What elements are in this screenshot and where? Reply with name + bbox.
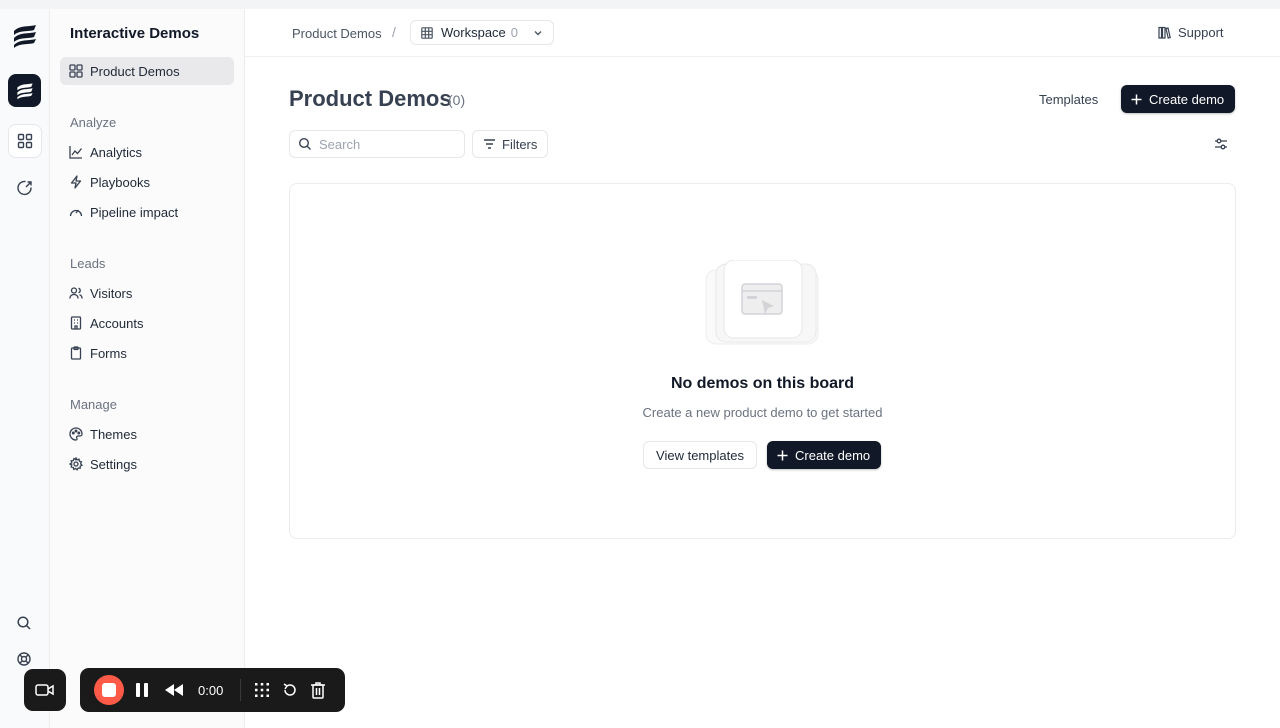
- building-icon: [69, 316, 83, 330]
- recorder-toolbar: 0:00: [80, 668, 345, 712]
- sidebar-item-pipeline-impact[interactable]: Pipeline impact: [60, 198, 234, 226]
- breadcrumb-separator: /: [392, 24, 396, 40]
- gear-icon: [69, 457, 83, 471]
- top-strip: [0, 0, 1280, 9]
- sidebar-item-label: Playbooks: [90, 174, 150, 190]
- workspace-select[interactable]: Workspace 0: [410, 20, 554, 45]
- section-heading-leads: Leads: [70, 256, 106, 271]
- search-input[interactable]: [319, 136, 449, 152]
- rail-help-icon[interactable]: [16, 651, 34, 669]
- sidebar-item-visitors[interactable]: Visitors: [60, 279, 234, 307]
- sidebar-item-analytics[interactable]: Analytics: [60, 138, 234, 166]
- sidebar-item-accounts[interactable]: Accounts: [60, 309, 234, 337]
- empty-create-demo-button[interactable]: Create demo: [767, 441, 882, 469]
- empty-state-title: No demos on this board: [670, 375, 855, 392]
- plus-icon: [777, 450, 788, 461]
- view-options-icon[interactable]: [1213, 136, 1231, 152]
- bolt-icon: [69, 175, 83, 189]
- toolbar-divider: [240, 679, 241, 701]
- create-demo-label: Create demo: [795, 447, 871, 463]
- app-title: Interactive Demos: [70, 25, 200, 42]
- create-demo-label: Create demo: [1149, 91, 1225, 107]
- sidebar-item-label: Pipeline impact: [90, 204, 179, 220]
- stop-icon: [102, 683, 116, 697]
- gauge-icon: [69, 205, 83, 219]
- empty-demo-illustration-icon: [704, 259, 824, 350]
- breadcrumb-product-demos[interactable]: Product Demos: [292, 26, 382, 41]
- rail-analytics-icon[interactable]: [8, 171, 42, 205]
- view-templates-button[interactable]: View templates: [643, 441, 757, 469]
- empty-state-subtitle: Create a new product demo to get started: [642, 405, 883, 420]
- rail-search-icon[interactable]: [16, 615, 34, 633]
- books-icon: [1158, 26, 1171, 39]
- sidebar-item-label: Product Demos: [90, 63, 180, 79]
- create-demo-button[interactable]: Create demo: [1121, 85, 1236, 113]
- sidebar-item-forms[interactable]: Forms: [60, 339, 234, 367]
- camera-toggle-button[interactable]: [24, 669, 66, 711]
- section-heading-analyze: Analyze: [70, 115, 117, 130]
- sidebar-item-label: Visitors: [90, 285, 133, 301]
- empty-state-card: No demos on this board Create a new prod…: [289, 183, 1236, 539]
- sidebar-item-label: Analytics: [90, 144, 143, 160]
- filters-label: Filters: [502, 136, 538, 152]
- sidebar-item-playbooks[interactable]: Playbooks: [60, 168, 234, 196]
- section-heading-manage: Manage: [70, 397, 117, 412]
- line-chart-icon: [69, 145, 83, 159]
- demo-count: (0): [448, 92, 466, 108]
- palette-icon: [69, 427, 83, 441]
- grid-icon: [69, 64, 83, 78]
- recording-timer: 0:00: [198, 683, 224, 698]
- chevron-down-icon: [532, 27, 544, 42]
- table-icon: [421, 26, 433, 39]
- workspace-logo-icon[interactable]: [8, 74, 41, 107]
- restart-button[interactable]: [280, 680, 300, 700]
- trash-button[interactable]: [308, 680, 328, 700]
- grid-dots-button[interactable]: [252, 680, 272, 700]
- page-title: Product Demos: [289, 86, 452, 111]
- plus-icon: [1131, 94, 1142, 105]
- app-rail: [0, 9, 50, 728]
- users-icon: [69, 286, 83, 300]
- search-box[interactable]: [289, 130, 465, 158]
- support-label: Support: [1178, 25, 1224, 40]
- filter-icon: [483, 138, 496, 150]
- brand-logo-icon[interactable]: [11, 23, 39, 49]
- sidebar-item-themes[interactable]: Themes: [60, 420, 234, 448]
- sidebar: Interactive Demos Product Demos Analyze …: [50, 9, 245, 728]
- workspace-label: Workspace: [441, 25, 506, 40]
- sidebar-item-label: Forms: [90, 345, 127, 361]
- workspace-count: 0: [510, 25, 519, 40]
- filters-button[interactable]: Filters: [472, 130, 548, 158]
- header-divider: [245, 56, 1280, 57]
- rewind-button[interactable]: [164, 680, 184, 700]
- sidebar-item-label: Accounts: [90, 315, 144, 331]
- sidebar-item-label: Settings: [90, 456, 137, 472]
- sidebar-item-settings[interactable]: Settings: [60, 450, 234, 478]
- video-camera-icon: [35, 682, 55, 698]
- rail-demos-grid-icon[interactable]: [8, 124, 42, 158]
- sidebar-item-label: Themes: [90, 426, 137, 442]
- support-link[interactable]: Support: [1158, 25, 1224, 40]
- pause-button[interactable]: [132, 680, 152, 700]
- clipboard-icon: [69, 346, 83, 360]
- templates-button[interactable]: Templates: [1029, 86, 1108, 112]
- sidebar-item-product-demos[interactable]: Product Demos: [60, 57, 234, 85]
- search-icon: [298, 137, 312, 151]
- stop-recording-button[interactable]: [94, 675, 124, 705]
